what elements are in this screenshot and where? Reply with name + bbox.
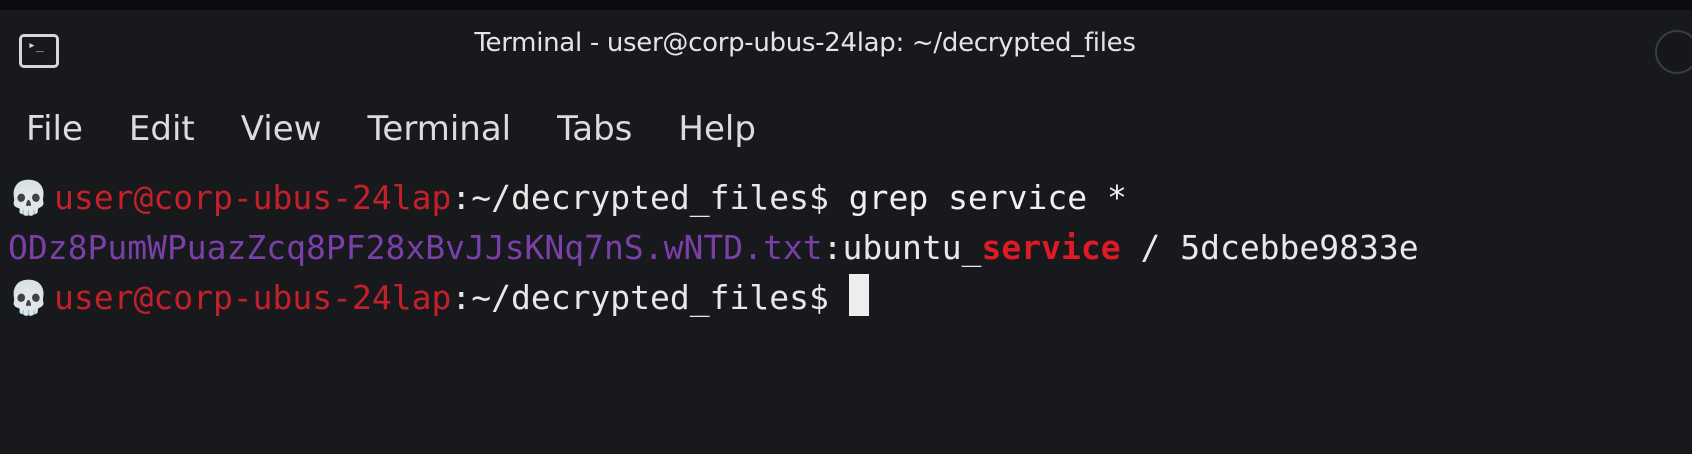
terminal-line-prompt-1: 💀 user@corp-ubus-24lap:~/decrypted_files$… bbox=[8, 174, 1127, 222]
window-top-edge bbox=[0, 0, 1692, 10]
prompt-path: :~/decrypted_files$ bbox=[451, 178, 829, 217]
window-control-button[interactable] bbox=[1655, 30, 1692, 74]
terminal-line-prompt-2: 💀 user@corp-ubus-24lap:~/decrypted_files$ bbox=[8, 274, 869, 322]
prompt-user-host: user@corp-ubus-24lap bbox=[54, 278, 452, 317]
output-text-after-match: / 5dcebbe9833e bbox=[1120, 228, 1419, 267]
output-text-before-match: ubuntu_ bbox=[842, 228, 982, 267]
title-bar[interactable]: ▸_ Terminal - user@corp-ubus-24lap: ~/de… bbox=[0, 10, 1692, 92]
command-text: grep service * bbox=[828, 178, 1127, 217]
menu-file[interactable]: File bbox=[26, 109, 83, 149]
terminal-output[interactable]: 💀 user@corp-ubus-24lap:~/decrypted_files$… bbox=[0, 170, 1692, 454]
menu-bar: File Edit View Terminal Tabs Help bbox=[0, 92, 1692, 166]
skull-icon: 💀 bbox=[8, 178, 50, 217]
output-filename: ODz8PumWPuazZcq8PF28xBvJJsKNq7nS.wNTD.tx… bbox=[8, 228, 823, 267]
terminal-line-output: ODz8PumWPuazZcq8PF28xBvJJsKNq7nS.wNTD.tx… bbox=[8, 224, 1419, 272]
output-separator: : bbox=[822, 228, 843, 267]
skull-icon: 💀 bbox=[8, 278, 50, 317]
command-text bbox=[829, 278, 849, 317]
output-match-highlight: service bbox=[981, 228, 1121, 267]
menu-tabs[interactable]: Tabs bbox=[557, 109, 632, 149]
prompt-user-host: user@corp-ubus-24lap bbox=[54, 178, 452, 217]
menu-edit[interactable]: Edit bbox=[129, 109, 195, 149]
menu-view[interactable]: View bbox=[241, 109, 322, 149]
prompt-path: :~/decrypted_files$ bbox=[451, 278, 829, 317]
menu-terminal[interactable]: Terminal bbox=[367, 109, 511, 149]
window-title: Terminal - user@corp-ubus-24lap: ~/decry… bbox=[474, 28, 1136, 58]
menu-help[interactable]: Help bbox=[678, 109, 756, 149]
text-cursor bbox=[848, 274, 869, 316]
terminal-window: ▸_ Terminal - user@corp-ubus-24lap: ~/de… bbox=[0, 0, 1692, 454]
